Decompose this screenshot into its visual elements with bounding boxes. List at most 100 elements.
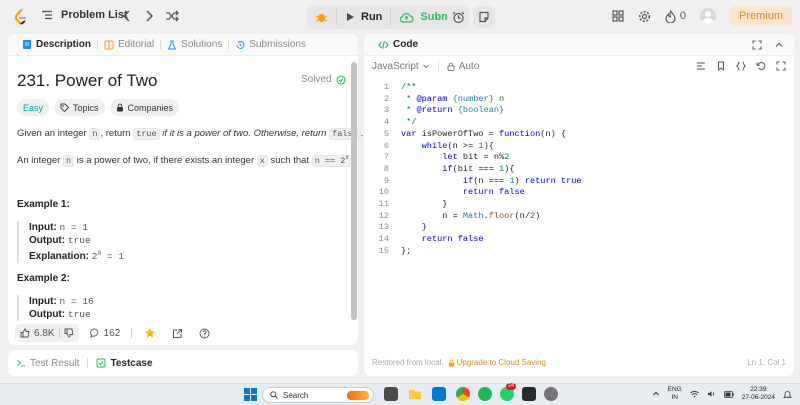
battery-icon[interactable] — [723, 390, 734, 398]
difficulty-badge: Easy — [17, 99, 50, 116]
book-icon — [104, 40, 114, 49]
settings-app-icon[interactable] — [544, 387, 558, 401]
tag-icon — [60, 103, 70, 112]
document-icon — [23, 40, 31, 49]
maximize-icon[interactable] — [752, 40, 762, 50]
description-action-bar: 6.8K 162 — [8, 322, 358, 344]
chevron-up-icon[interactable] — [774, 40, 784, 50]
run-label: Run — [361, 11, 383, 23]
file-explorer-icon[interactable] — [408, 387, 422, 401]
lock-icon — [448, 359, 454, 366]
code-line: 2 * @param {number} n — [383, 93, 505, 104]
example-1-title: Example 1: — [17, 199, 70, 210]
notes-button[interactable] — [473, 6, 495, 28]
avatar[interactable] — [699, 8, 716, 24]
code-line: 12 n = Math.floor(n/2) — [378, 210, 541, 221]
volume-icon[interactable] — [707, 390, 716, 398]
console-panel: Test Result Testcase — [8, 350, 358, 376]
upgrade-link[interactable]: Upgrade to Cloud Saving — [448, 358, 546, 367]
code-line: 10 return false — [378, 187, 525, 198]
bug-icon — [315, 13, 328, 22]
layout-grid-icon[interactable] — [612, 10, 624, 22]
cloud-upload-icon — [400, 12, 414, 23]
chevron-up-icon[interactable] — [652, 390, 660, 398]
streak-count: 0 — [679, 10, 686, 22]
chevron-down-icon — [422, 64, 429, 69]
vs-code-icon[interactable] — [432, 387, 446, 401]
chevron-left-icon[interactable] — [121, 9, 133, 23]
help-icon[interactable] — [199, 328, 210, 339]
solved-label: Solved — [301, 74, 332, 85]
expand-icon[interactable] — [776, 61, 786, 71]
share-icon[interactable] — [172, 328, 183, 339]
notifications-bell-icon[interactable] — [783, 390, 792, 399]
tab-test-result[interactable]: Test Result — [16, 358, 79, 369]
wifi-icon[interactable] — [689, 390, 699, 398]
solved-status: Solved — [301, 74, 346, 85]
tab-description[interactable]: Description — [16, 39, 97, 50]
format-lines-icon[interactable] — [696, 61, 706, 71]
example-1-block: Input: n = 1 Output: true Explanation: 2… — [17, 221, 124, 264]
star-icon[interactable] — [144, 327, 156, 339]
braces-icon[interactable] — [736, 61, 746, 71]
code-line: 9 if(n === 1) return true — [383, 175, 582, 186]
debug-button[interactable] — [307, 5, 336, 29]
reset-icon[interactable] — [756, 61, 766, 71]
leetcode-logo-icon[interactable] — [14, 8, 28, 26]
tab-code[interactable]: Code — [372, 39, 424, 50]
premium-button[interactable]: Premium — [729, 6, 792, 26]
code-line: 7 let bit = n%2 — [383, 152, 510, 163]
alarm-clock-icon — [452, 11, 464, 23]
flask-icon — [167, 40, 177, 49]
streak-counter[interactable]: 0 — [665, 9, 686, 23]
description-paragraph-1: Given an integer n, return true if it is… — [17, 128, 364, 140]
description-tabs: Description Editorial Solutions Submissi… — [8, 34, 358, 56]
problem-list-button[interactable]: Problem List — [41, 9, 128, 21]
chevron-right-icon[interactable] — [143, 9, 155, 23]
note-icon — [479, 11, 489, 23]
tab-solutions[interactable]: Solutions — [161, 39, 228, 50]
whatsapp-icon[interactable]: 24 — [500, 383, 517, 401]
gear-icon[interactable] — [638, 10, 651, 23]
comment-icon — [89, 328, 98, 338]
clock[interactable]: 22:39 27-06-2024 — [742, 386, 775, 402]
language-indicator[interactable]: ENG IN — [668, 386, 682, 402]
bookmark-icon[interactable] — [716, 61, 726, 71]
tab-testcase[interactable]: Testcase — [96, 358, 153, 369]
thumbs-down-icon[interactable] — [64, 328, 74, 338]
topics-tag[interactable]: Topics — [54, 99, 105, 116]
lock-icon — [447, 62, 455, 71]
tab-submissions[interactable]: Submissions — [229, 39, 312, 50]
problem-tags: Easy Topics Companies — [17, 99, 180, 116]
windows-start-icon[interactable] — [244, 388, 257, 401]
restored-text: Restored from local. — [372, 358, 444, 367]
spotify-icon[interactable] — [478, 387, 492, 401]
code-line: 5 var isPowerOfTwo = function(n) { — [383, 128, 567, 139]
like-count: 6.8K — [34, 327, 55, 339]
autosave-toggle[interactable]: Auto — [447, 61, 479, 72]
problem-list-label: Problem List — [61, 9, 128, 21]
cursor-position: Ln 1, Col 1 — [747, 358, 786, 367]
search-icon — [270, 391, 278, 399]
language-select[interactable]: JavaScript — [372, 61, 430, 72]
comments-button[interactable]: 162 — [85, 324, 126, 342]
example-2-title: Example 2: — [17, 273, 70, 284]
like-button[interactable]: 6.8K — [15, 324, 79, 342]
fire-icon — [665, 9, 676, 23]
tab-editorial[interactable]: Editorial — [98, 39, 160, 50]
task-view-icon[interactable] — [384, 387, 398, 401]
list-icon — [42, 10, 52, 20]
shuffle-icon[interactable] — [165, 9, 179, 23]
code-line: 6 while(n >= 1){ — [383, 140, 494, 151]
description-scrollbar[interactable] — [351, 62, 357, 320]
timer-button[interactable] — [447, 6, 469, 28]
run-button[interactable]: Run — [337, 5, 390, 29]
companies-tag[interactable]: Companies — [109, 99, 180, 116]
code-editor[interactable]: 1/** 2 * @param {number} n 3 * @return {… — [365, 82, 582, 258]
problem-title[interactable]: 231. Power of Two — [17, 71, 158, 91]
terminal-app-icon[interactable] — [522, 387, 536, 401]
run-submit-group: Run Submit — [307, 5, 466, 29]
chrome-icon[interactable] — [456, 387, 470, 401]
example-2-block: Input: n = 16 Output: true — [17, 295, 94, 321]
taskbar-search[interactable]: Search — [262, 387, 374, 403]
